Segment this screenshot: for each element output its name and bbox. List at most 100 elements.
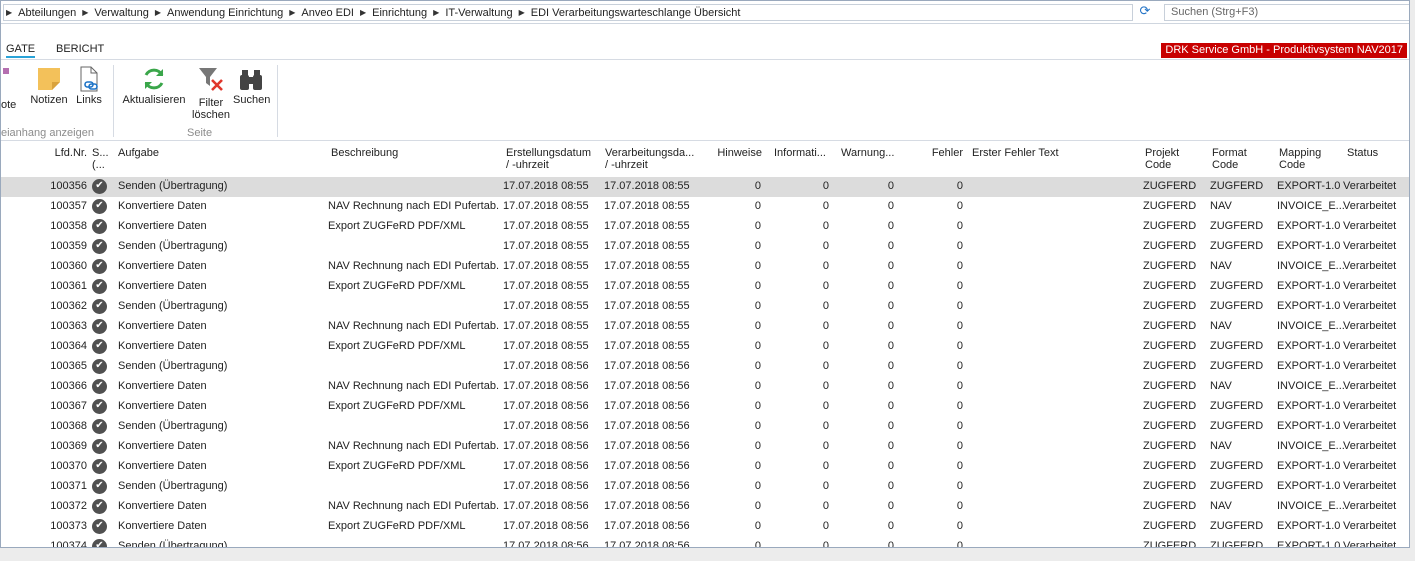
- fehler-cell: 0: [956, 320, 963, 332]
- aufgabe-cell: Konvertiere Daten: [118, 280, 207, 292]
- breadcrumb-item[interactable]: Anwendung Einrichtung: [163, 7, 287, 19]
- table-row[interactable]: ✔ 100361 Konvertiere Daten Export ZUGFeRD P…: [1, 277, 1409, 297]
- table-row[interactable]: ✔ 100367 Konvertiere Daten Export ZUGFeRD P…: [1, 397, 1409, 417]
- col-header-erster-fehler[interactable]: Erster Fehler Text: [972, 147, 1059, 159]
- aufgabe-cell: Konvertiere Daten: [118, 440, 207, 452]
- ribbon-separator: [113, 65, 114, 137]
- breadcrumb-item[interactable]: Verwaltung: [90, 7, 152, 19]
- projekt-cell: ZUGFERD: [1143, 220, 1197, 232]
- col-header-projekt-1: Projekt: [1145, 147, 1180, 159]
- col-header-mapping-1: Mapping: [1279, 147, 1322, 159]
- mapping-cell: INVOICE_E...: [1277, 260, 1345, 272]
- partial-button[interactable]: [1, 66, 15, 94]
- lfdnr-cell: 100373: [50, 520, 87, 532]
- breadcrumb-item[interactable]: Abteilungen: [14, 7, 80, 19]
- projekt-cell: ZUGFERD: [1143, 280, 1197, 292]
- table-row[interactable]: ✔ 100356 Senden (Übertragung) 17.07.2018 08…: [1, 177, 1409, 197]
- breadcrumb-item[interactable]: IT-Verwaltung: [441, 7, 516, 19]
- aufgabe-cell: Konvertiere Daten: [118, 260, 207, 272]
- col-header-informationen[interactable]: Informati...: [774, 147, 826, 159]
- aufgabe-cell: Senden (Übertragung): [118, 180, 228, 192]
- table-row[interactable]: ✔ 100366 Konvertiere Daten NAV Rechnung nac…: [1, 377, 1409, 397]
- notes-button[interactable]: Notizen: [28, 66, 70, 106]
- erstellung-cell: 17.07.2018 08:55: [503, 260, 589, 272]
- col-header-verarbeitung[interactable]: Verarbeitungsda... / -uhrzeit: [605, 147, 694, 171]
- table-row[interactable]: ✔ 100362 Senden (Übertragung) 17.07.2018 08…: [1, 297, 1409, 317]
- hinweise-cell: 0: [754, 280, 761, 292]
- table-row[interactable]: ✔ 100373 Konvertiere Daten Export ZUGFeRD P…: [1, 517, 1409, 537]
- col-header-aufgabe[interactable]: Aufgabe: [118, 147, 159, 159]
- table-row[interactable]: ✔ 100370 Konvertiere Daten Export ZUGFeRD P…: [1, 457, 1409, 477]
- tab-report[interactable]: BERICHT: [56, 43, 104, 55]
- find-button[interactable]: Suchen: [233, 66, 270, 106]
- col-header-beschreibung[interactable]: Beschreibung: [331, 147, 398, 159]
- links-button[interactable]: Links: [73, 66, 105, 106]
- beschreibung-cell: Export ZUGFeRD PDF/XML: [328, 460, 466, 472]
- status-cell: Verarbeitet: [1343, 340, 1397, 352]
- breadcrumb-item[interactable]: Anveo EDI: [297, 7, 358, 19]
- table-row[interactable]: ✔ 100358 Konvertiere Daten Export ZUGFeRD P…: [1, 217, 1409, 237]
- breadcrumb-item[interactable]: EDI Verarbeitungswarteschlange Übersicht: [527, 7, 745, 19]
- erstellung-cell: 17.07.2018 08:56: [503, 460, 589, 472]
- table-row[interactable]: ✔ 100374 Senden (Übertragung) 17.07.2018 08…: [1, 537, 1409, 548]
- table-row[interactable]: ✔ 100357 Konvertiere Daten NAV Rechnung nac…: [1, 197, 1409, 217]
- search-input[interactable]: Suchen (Strg+F3): [1164, 4, 1409, 21]
- clear-filter-icon: [191, 66, 231, 92]
- format-cell: ZUGFERD: [1210, 480, 1264, 492]
- col-header-projekt[interactable]: Projekt Code: [1145, 147, 1179, 171]
- status-cell: Verarbeitet: [1343, 200, 1397, 212]
- informationen-cell: 0: [822, 200, 829, 212]
- status-cell: Verarbeitet: [1343, 420, 1397, 432]
- lfdnr-cell: 100365: [50, 360, 87, 372]
- breadcrumb-expand-icon[interactable]: ▶: [4, 8, 14, 17]
- fehler-cell: 0: [956, 400, 963, 412]
- table-row[interactable]: ✔ 100368 Senden (Übertragung) 17.07.2018 08…: [1, 417, 1409, 437]
- col-header-mapping-2: Code: [1279, 159, 1306, 171]
- warnungen-cell: 0: [887, 440, 894, 452]
- clear-filter-button[interactable]: Filter löschen: [191, 66, 231, 121]
- col-header-erstellung[interactable]: Erstellungsdatum / -uhrzeit: [506, 147, 591, 171]
- hinweise-cell: 0: [754, 320, 761, 332]
- table-row[interactable]: ✔ 100369 Konvertiere Daten NAV Rechnung nac…: [1, 437, 1409, 457]
- format-cell: NAV: [1210, 500, 1232, 512]
- format-cell: ZUGFERD: [1210, 520, 1264, 532]
- verarbeitung-cell: 17.07.2018 08:56: [604, 460, 690, 472]
- status-cell: Verarbeitet: [1343, 520, 1397, 532]
- company-badge: DRK Service GmbH - Produktivsystem NAV20…: [1161, 43, 1407, 58]
- table-row[interactable]: ✔ 100371 Senden (Übertragung) 17.07.2018 08…: [1, 477, 1409, 497]
- col-header-fehler[interactable]: Fehler: [932, 147, 963, 159]
- binoculars-icon: [233, 66, 269, 92]
- tab-navigate[interactable]: GATE: [6, 43, 36, 58]
- refresh-button[interactable]: Aktualisieren: [121, 66, 187, 106]
- col-header-status[interactable]: Status: [1347, 147, 1378, 159]
- refresh-icon[interactable]: ⟳: [1138, 4, 1152, 18]
- col-header-warnungen[interactable]: Warnung...: [841, 147, 894, 159]
- refresh-icon: [121, 66, 187, 92]
- table-row[interactable]: ✔ 100359 Senden (Übertragung) 17.07.2018 08…: [1, 237, 1409, 257]
- table-row[interactable]: ✔ 100360 Konvertiere Daten NAV Rechnung nac…: [1, 257, 1409, 277]
- table-row[interactable]: ✔ 100364 Konvertiere Daten Export ZUGFeRD P…: [1, 337, 1409, 357]
- table-row[interactable]: ✔ 100365 Senden (Übertragung) 17.07.2018 08…: [1, 357, 1409, 377]
- warnungen-cell: 0: [887, 500, 894, 512]
- chevron-right-icon: ▶: [359, 8, 367, 17]
- hinweise-cell: 0: [754, 520, 761, 532]
- projekt-cell: ZUGFERD: [1143, 300, 1197, 312]
- projekt-cell: ZUGFERD: [1143, 240, 1197, 252]
- col-header-mapping[interactable]: Mapping Code: [1279, 147, 1321, 171]
- warnungen-cell: 0: [887, 540, 894, 548]
- link-icon: [73, 66, 105, 92]
- col-header-hinweise[interactable]: Hinweise: [717, 147, 762, 159]
- col-header-lfdnr[interactable]: Lfd.Nr.: [55, 147, 87, 159]
- breadcrumb-item[interactable]: Einrichtung: [368, 7, 431, 19]
- processed-check-icon: ✔: [92, 419, 107, 434]
- hinweise-cell: 0: [754, 200, 761, 212]
- col-header-status-short[interactable]: S... (...: [92, 147, 109, 171]
- col-header-format[interactable]: Format Code: [1212, 147, 1247, 171]
- projekt-cell: ZUGFERD: [1143, 420, 1197, 432]
- table-row[interactable]: ✔ 100372 Konvertiere Daten NAV Rechnung nac…: [1, 497, 1409, 517]
- group-label-attachments: eianhang anzeigen: [1, 127, 94, 139]
- verarbeitung-cell: 17.07.2018 08:55: [604, 260, 690, 272]
- table-row[interactable]: ✔ 100363 Konvertiere Daten NAV Rechnung nac…: [1, 317, 1409, 337]
- format-cell: ZUGFERD: [1210, 180, 1264, 192]
- lfdnr-cell: 100374: [50, 540, 87, 548]
